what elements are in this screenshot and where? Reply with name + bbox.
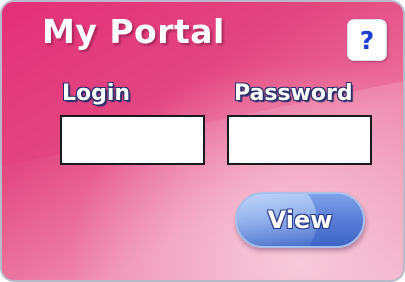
portal-title: My Portal	[42, 12, 225, 51]
portal-panel: My Portal ? Login Password View	[0, 0, 405, 282]
view-button[interactable]: View	[235, 192, 365, 248]
password-label: Password	[234, 81, 353, 106]
help-button[interactable]: ?	[347, 19, 387, 61]
password-input[interactable]	[227, 115, 372, 165]
question-mark-icon: ?	[359, 25, 375, 55]
login-label: Login	[62, 81, 131, 106]
login-input[interactable]	[60, 115, 205, 165]
view-button-label: View	[267, 206, 333, 234]
